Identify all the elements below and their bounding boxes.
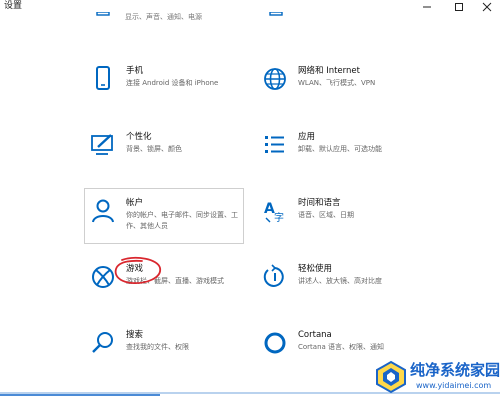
tile-time-language[interactable]: A 字 时间和语言 语音、区域、日期: [262, 198, 432, 256]
tile-ease-of-access[interactable]: 轻松使用 讲述人、放大镜、高对比度: [262, 264, 432, 322]
devices-icon: [269, 12, 283, 16]
time-language-icon: A 字: [264, 201, 284, 224]
apps-list-icon: [265, 136, 284, 153]
bottom-accent: [0, 394, 160, 396]
watermark-logo-icon: [376, 360, 406, 394]
tile-desc: 查找我的文件、权限: [126, 343, 189, 351]
ease-of-access-icon: [263, 264, 284, 287]
tile-desc: 讲述人、放大镜、高对比度: [298, 277, 382, 285]
tile-title: 帐户: [126, 198, 144, 208]
tile-desc: WLAN、飞行模式、VPN: [298, 79, 376, 87]
tile-apps[interactable]: 应用 卸载、默认应用、可选功能: [262, 132, 432, 190]
tile-desc: 卸载、默认应用、可选功能: [298, 145, 382, 153]
tile-title: 时间和语言: [298, 198, 341, 208]
tile-title: 搜索: [126, 330, 144, 340]
partial-row: 显示、声音、通知、电源: [0, 0, 500, 23]
svg-text:字: 字: [274, 211, 284, 224]
tile-title: 网络和 Internet: [298, 66, 360, 76]
tile-desc: 背景、锁屏、颜色: [126, 145, 182, 153]
person-icon: [92, 199, 114, 223]
tile-title: 个性化: [126, 132, 152, 142]
watermark-url: www.yidaimei.com: [416, 381, 492, 390]
tile-phone[interactable]: 手机 连接 Android 设备和 iPhone: [90, 66, 260, 124]
tile-title: Cortana: [298, 330, 332, 340]
watermark-name: 纯净系统家园: [410, 361, 500, 379]
tile-desc: 你的帐户、电子邮件、同步设置、工作、其他人员: [126, 211, 238, 230]
tile-title: 游戏: [126, 264, 144, 274]
system-icon: [96, 12, 110, 16]
xbox-icon: [92, 266, 114, 288]
search-icon: [92, 332, 113, 353]
globe-icon: [264, 68, 286, 90]
tile-title: 轻松使用: [298, 264, 333, 274]
tile-desc: 连接 Android 设备和 iPhone: [126, 79, 219, 87]
tile-title: 应用: [298, 132, 316, 142]
watermark: 纯净系统家园 www.yidaimei.com: [372, 358, 500, 399]
cortana-icon: [264, 332, 286, 354]
tile-desc: 语音、区域、日期: [298, 211, 354, 219]
tile-gaming[interactable]: 游戏 游戏栏、截屏、直播、游戏模式: [90, 264, 260, 322]
tile-search[interactable]: 搜索 查找我的文件、权限: [90, 330, 260, 388]
tile-personalization[interactable]: 个性化 背景、锁屏、颜色: [90, 132, 260, 190]
tile-desc: Cortana 语言、权限、通知: [298, 343, 385, 351]
tile-title: 手机: [126, 66, 144, 76]
tile-accounts[interactable]: 帐户 你的帐户、电子邮件、同步设置、工作、其他人员: [90, 198, 260, 256]
system-desc: 显示、声音、通知、电源: [125, 13, 202, 21]
personalization-icon: [91, 134, 113, 155]
tile-network[interactable]: 网络和 Internet WLAN、飞行模式、VPN: [262, 66, 432, 124]
phone-icon: [96, 66, 110, 90]
tile-desc: 游戏栏、截屏、直播、游戏模式: [126, 277, 224, 285]
